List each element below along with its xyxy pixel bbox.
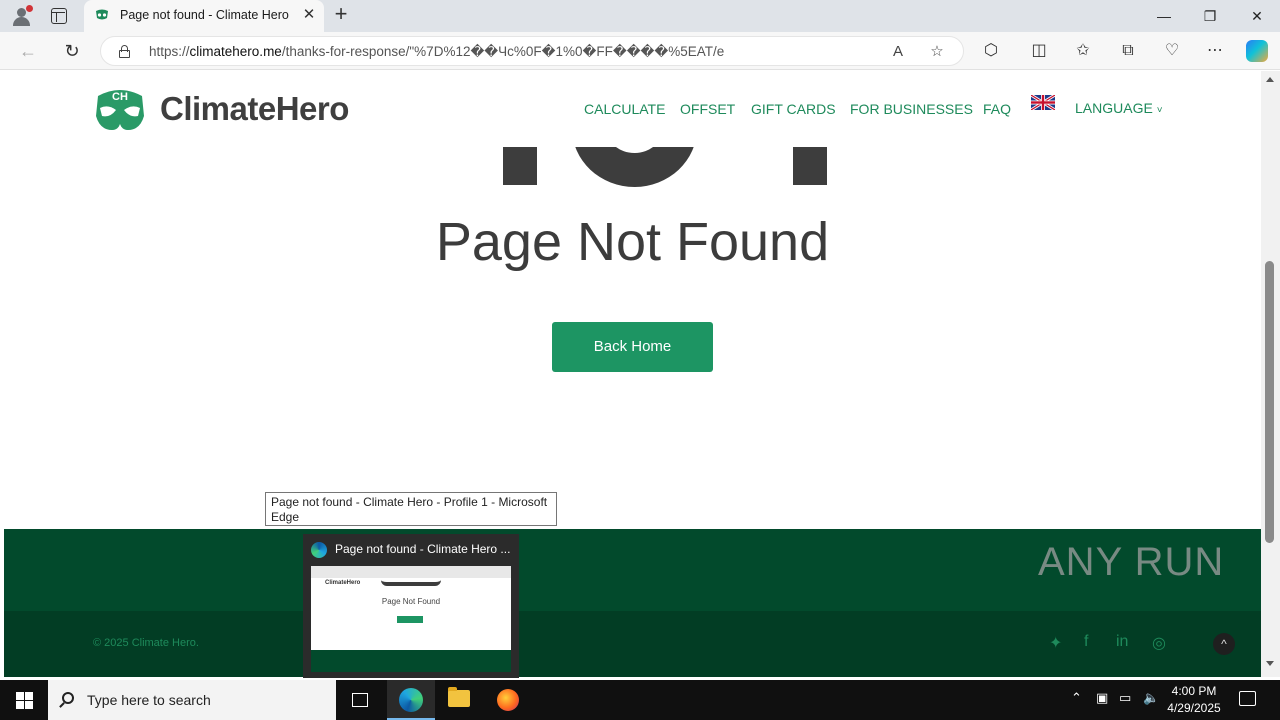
climatehero-favicon-icon: [96, 9, 108, 20]
tab-page-not-found[interactable]: Page not found - Climate Hero ✕: [84, 0, 324, 32]
address-bar[interactable]: https://climatehero.me/thanks-for-respon…: [100, 36, 964, 66]
page-scrollbar[interactable]: [1261, 71, 1280, 677]
preview-screenshot[interactable]: ClimateHero Page Not Found: [311, 566, 511, 672]
collections-icon[interactable]: ⧉: [1117, 41, 1139, 61]
climatehero-logo-mask-icon[interactable]: CH: [94, 86, 146, 133]
copyright-text: © 2025 Climate Hero.: [93, 637, 199, 649]
scroll-down-arrow-icon[interactable]: [1266, 661, 1274, 666]
favorite-star-icon[interactable]: ☆: [928, 43, 946, 61]
browser-tab-strip: Page not found - Climate Hero ✕ + — ❐ ✕: [0, 0, 1280, 32]
settings-more-icon[interactable]: ⋯: [1204, 41, 1226, 61]
twitter-icon[interactable]: ✦: [1049, 633, 1062, 653]
site-logo-text[interactable]: ClimateHero: [160, 90, 349, 128]
task-view-button[interactable]: [336, 680, 384, 720]
uk-flag-icon[interactable]: [1031, 95, 1055, 110]
footer-bottom-bar: © 2025 Climate Hero. ✦ f in ◎ ^: [4, 611, 1261, 677]
nav-for-businesses[interactable]: FOR BUSINESSES: [850, 101, 973, 117]
page-viewport: CH ClimateHero CALCULATE OFFSET GIFT CAR…: [4, 71, 1261, 677]
edge-icon: [311, 542, 327, 558]
taskbar-search-input[interactable]: Type here to search: [48, 680, 336, 720]
new-tab-button[interactable]: +: [330, 3, 352, 26]
search-icon: [62, 692, 74, 704]
favorites-icon[interactable]: ✩: [1072, 41, 1094, 61]
browser-toolbar: ← ↻ https://climatehero.me/thanks-for-re…: [0, 32, 1280, 70]
windows-start-icon[interactable]: [0, 680, 48, 720]
split-screen-icon[interactable]: ◫: [1028, 41, 1050, 61]
refresh-icon[interactable]: ↻: [60, 40, 84, 62]
preview-title: Page not found - Climate Hero ...: [335, 542, 511, 556]
taskbar-file-explorer[interactable]: [435, 680, 483, 720]
scrollbar-thumb[interactable]: [1265, 261, 1274, 543]
nav-faq[interactable]: FAQ: [983, 101, 1011, 117]
preview-page-title: Page Not Found: [381, 597, 441, 606]
volume-icon[interactable]: 🔈: [1143, 690, 1159, 706]
taskbar-clock[interactable]: 4:00 PM 4/29/2025: [1160, 683, 1228, 717]
close-window-button[interactable]: ✕: [1234, 0, 1280, 32]
page-title: Page Not Found: [435, 212, 830, 272]
window-tooltip: Page not found - Climate Hero - Profile …: [265, 492, 557, 526]
tab-actions-icon[interactable]: [51, 8, 67, 24]
svg-text:CH: CH: [112, 91, 128, 103]
show-hidden-icons-chevron-icon[interactable]: ⌃: [1071, 690, 1082, 706]
browser-essentials-icon[interactable]: ♡: [1161, 41, 1183, 61]
copilot-icon[interactable]: [1246, 40, 1268, 62]
taskbar-firefox[interactable]: [484, 680, 532, 720]
nav-gift-cards[interactable]: GIFT CARDS: [751, 101, 836, 117]
nav-offset[interactable]: OFFSET: [680, 101, 735, 117]
folder-icon: [448, 687, 470, 707]
taskbar-edge[interactable]: [387, 680, 435, 720]
clock-time: 4:00 PM: [1171, 684, 1217, 698]
anyrun-watermark: ANY RUN: [1038, 540, 1225, 584]
back-home-button[interactable]: Back Home: [552, 322, 713, 372]
nav-language[interactable]: LANGUAGE ˅: [1075, 100, 1163, 116]
scroll-up-arrow-icon[interactable]: [1266, 77, 1274, 82]
minimize-button[interactable]: —: [1141, 0, 1187, 32]
restore-button[interactable]: ❐: [1187, 0, 1233, 32]
chevron-down-icon: ˅: [1156, 105, 1163, 116]
extensions-icon[interactable]: ⬡: [980, 41, 1002, 61]
back-arrow-icon[interactable]: ←: [16, 40, 40, 62]
tab-title: Page not found - Climate Hero: [120, 8, 289, 22]
taskbar-thumbnail-preview[interactable]: Page not found - Climate Hero ... Climat…: [303, 534, 519, 678]
tab-close-icon[interactable]: ✕: [300, 6, 318, 24]
meet-now-icon[interactable]: ▣: [1096, 690, 1108, 706]
lock-icon[interactable]: [119, 45, 130, 58]
facebook-icon[interactable]: f: [1084, 633, 1088, 651]
preview-logo: ClimateHero: [325, 580, 361, 586]
instagram-icon[interactable]: ◎: [1152, 633, 1166, 653]
linkedin-icon[interactable]: in: [1116, 633, 1128, 651]
url-text[interactable]: https://climatehero.me/thanks-for-respon…: [149, 44, 724, 60]
network-icon[interactable]: ▭: [1119, 690, 1131, 706]
nav-calculate[interactable]: CALCULATE: [584, 101, 665, 117]
firefox-icon: [497, 689, 519, 711]
site-header: CH ClimateHero CALCULATE OFFSET GIFT CAR…: [4, 71, 1261, 147]
windows-taskbar: Type here to search ⌃ ▣ ▭ 🔈 4:00 PM 4/29…: [0, 680, 1280, 720]
task-view-icon: [352, 693, 368, 707]
profile-icon[interactable]: [10, 5, 34, 27]
screen: Page not found - Climate Hero ✕ + — ❐ ✕ …: [0, 0, 1280, 720]
back-to-top-button[interactable]: ^: [1213, 633, 1235, 655]
edge-icon: [399, 688, 423, 712]
clock-date: 4/29/2025: [1167, 701, 1221, 715]
read-aloud-icon[interactable]: A: [889, 43, 907, 61]
notification-icon[interactable]: [1239, 691, 1256, 706]
